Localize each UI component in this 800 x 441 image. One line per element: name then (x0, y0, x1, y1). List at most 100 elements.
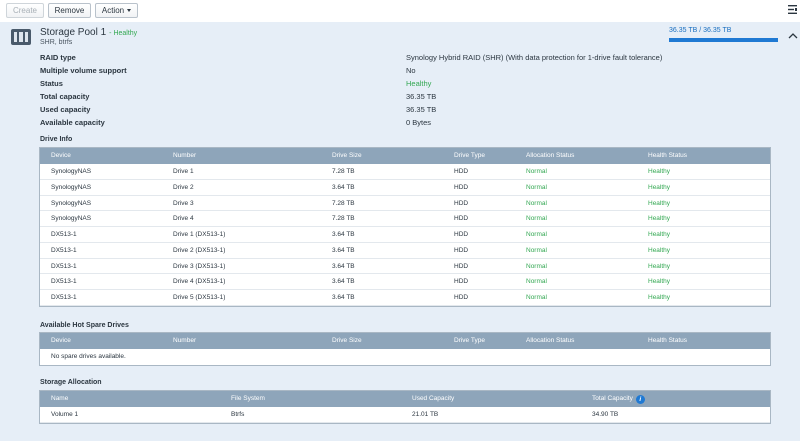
property-label: Total capacity (40, 92, 90, 101)
column-header[interactable]: Health Status (648, 152, 687, 159)
table-cell: 34.90 TB (592, 411, 619, 418)
table-cell: Drive 1 (DX513-1) (173, 231, 226, 238)
table-cell: Drive 2 (DX513-1) (173, 246, 226, 254)
property-value: Synology Hybrid RAID (SHR) (With data pr… (406, 53, 663, 62)
table-cell: 3.64 TB (332, 246, 355, 254)
table-cell: 7.28 TB (332, 168, 355, 175)
table-cell: Normal (526, 294, 547, 301)
pool-health: - Healthy (109, 30, 138, 37)
table-row[interactable]: DX513-1 Drive 3 (DX513-1) 3.64 TB HDD Normal… (40, 259, 770, 275)
column-header[interactable]: Drive Type (454, 337, 485, 344)
empty-row: No spare drives available. (40, 349, 770, 365)
table-cell: HDD (454, 168, 469, 175)
table-cell: SynologyNAS (51, 183, 92, 191)
capacity-bar (669, 38, 778, 42)
table-cell: HDD (454, 246, 469, 254)
table-cell: HDD (454, 231, 469, 238)
table-cell: Drive 3 (DX513-1) (173, 262, 226, 270)
table-row[interactable]: DX513-1 Drive 5 (DX513-1) 3.64 TB HDD Normal… (40, 290, 770, 306)
table-cell: 3.64 TB (332, 183, 355, 191)
table-cell: Normal (526, 168, 547, 175)
column-header[interactable]: File System (231, 395, 265, 402)
chevron-up-icon[interactable] (788, 32, 798, 40)
table-cell: HDD (454, 215, 469, 223)
column-header[interactable]: Device (51, 337, 71, 344)
table-header: Device Number Drive Size Drive Type Allocati… (40, 333, 770, 349)
pool-name: Storage Pool 1 (40, 27, 107, 38)
action-label: Action (101, 6, 125, 15)
table-row[interactable]: DX513-1 Drive 4 (DX513-1) 3.64 TB HDD Normal… (40, 274, 770, 290)
capacity-bar-fill (669, 38, 778, 42)
drive-info-title: Drive Info (40, 136, 73, 143)
info-icon[interactable]: i (635, 395, 645, 404)
table-cell: Normal (526, 183, 547, 191)
property-label: Available capacity (40, 118, 105, 127)
action-dropdown-button[interactable]: Action (95, 3, 138, 18)
table-cell: SynologyNAS (51, 199, 92, 207)
table-cell: Drive 4 (173, 215, 194, 223)
table-row[interactable]: SynologyNAS Drive 1 7.28 TB HDD Normal Health… (40, 164, 770, 180)
table-row[interactable]: DX513-1 Drive 2 (DX513-1) 3.64 TB HDD Normal… (40, 243, 770, 259)
column-header[interactable]: Total Capacity i (592, 395, 645, 404)
table-cell: Healthy (648, 246, 671, 254)
table-cell: SynologyNAS (51, 215, 92, 223)
column-header[interactable]: Drive Size (332, 152, 362, 159)
table-cell: Normal (526, 231, 547, 238)
table-row[interactable]: SynologyNAS Drive 3 7.28 TB HDD Normal Health… (40, 196, 770, 212)
drive-info-table: Device Number Drive Size Drive Type Allocati… (39, 147, 771, 307)
remove-button[interactable]: Remove (48, 3, 91, 18)
hot-spare-table: Device Number Drive Size Drive Type Allocati… (39, 332, 771, 366)
column-header[interactable]: Allocation Status (526, 337, 574, 344)
column-header[interactable]: Device (51, 152, 71, 159)
table-cell: DX513-1 (51, 246, 77, 254)
empty-message: No spare drives available. (51, 353, 126, 360)
table-cell: DX513-1 (51, 278, 77, 286)
capacity-text: 36.35 TB / 36.35 TB (669, 27, 732, 34)
table-cell: Normal (526, 262, 547, 270)
pool-subtitle: SHR, btrfs (40, 39, 73, 46)
table-cell: 3.64 TB (332, 294, 355, 301)
table-cell: Btrfs (231, 411, 245, 418)
column-header[interactable]: Name (51, 395, 68, 402)
table-row[interactable]: SynologyNAS Drive 2 3.64 TB HDD Normal Health… (40, 180, 770, 196)
table-cell: 21.01 TB (412, 411, 439, 418)
table-cell: Drive 1 (173, 168, 194, 175)
table-cell: Healthy (648, 262, 671, 270)
table-cell: Healthy (648, 278, 671, 286)
table-cell: 3.64 TB (332, 231, 355, 238)
table-cell: Healthy (648, 183, 671, 191)
column-header[interactable]: Number (173, 337, 196, 344)
table-cell: Normal (526, 278, 547, 286)
table-row[interactable]: DX513-1 Drive 1 (DX513-1) 3.64 TB HDD Normal… (40, 227, 770, 243)
table-cell: HDD (454, 183, 469, 191)
table-cell: Healthy (648, 168, 671, 175)
table-row[interactable]: Volume 1 Btrfs 21.01 TB 34.90 TB (40, 407, 770, 423)
table-cell: 3.64 TB (332, 278, 355, 286)
table-cell: Volume 1 (51, 411, 79, 418)
table-cell: DX513-1 (51, 231, 77, 238)
column-header[interactable]: Number (173, 152, 196, 159)
table-cell: 7.28 TB (332, 215, 355, 223)
column-header[interactable]: Drive Type (454, 152, 485, 159)
column-header[interactable]: Drive Size (332, 337, 362, 344)
column-header[interactable]: Used Capacity (412, 395, 454, 402)
table-cell: Drive 5 (DX513-1) (173, 294, 226, 301)
table-cell: SynologyNAS (51, 168, 92, 175)
property-label: Used capacity (40, 105, 91, 114)
table-cell: Normal (526, 199, 547, 207)
table-row[interactable]: SynologyNAS Drive 4 7.28 TB HDD Normal Health… (40, 211, 770, 227)
property-value: 36.35 TB (406, 105, 437, 114)
column-header[interactable]: Allocation Status (526, 152, 574, 159)
property-label: Multiple volume support (40, 66, 127, 75)
storage-pool-panel: Storage Pool 1- Healthy SHR, btrfs 36.35… (0, 22, 800, 441)
table-cell: Drive 2 (173, 183, 194, 191)
table-cell: DX513-1 (51, 262, 77, 270)
toolbar: Create Remove Action (0, 0, 800, 22)
table-cell: Healthy (648, 199, 671, 207)
table-cell: Healthy (648, 231, 671, 238)
table-cell: 3.64 TB (332, 262, 355, 270)
column-header[interactable]: Health Status (648, 337, 687, 344)
list-menu-icon[interactable] (788, 5, 797, 14)
table-cell: Normal (526, 215, 547, 223)
create-button[interactable]: Create (6, 3, 44, 18)
